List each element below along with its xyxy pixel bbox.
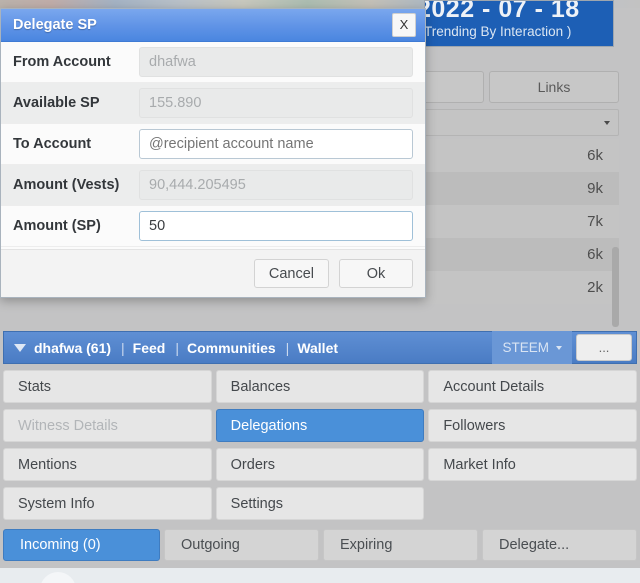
- menu-balances[interactable]: Balances: [215, 370, 425, 403]
- account-navbar: dhafwa (61) | Feed | Communities | Walle…: [3, 331, 637, 364]
- delegate-sp-dialog: Delegate SP X From Account Available SP …: [0, 8, 426, 298]
- navbar-separator: |: [285, 339, 290, 356]
- list-item[interactable]: 6k: [418, 139, 619, 172]
- chevron-down-icon: [556, 345, 562, 350]
- navbar-item-feed[interactable]: Feed: [133, 340, 166, 356]
- field-row-amount-sp: Amount (SP): [1, 206, 425, 247]
- amount-vests-input: [139, 170, 413, 200]
- field-label-amount-vests: Amount (Vests): [13, 177, 120, 193]
- list-item[interactable]: 6k: [418, 238, 619, 271]
- navbar-separator: |: [121, 339, 125, 356]
- tab-expiring[interactable]: Expiring: [323, 529, 478, 561]
- list-item[interactable]: 2k: [418, 271, 619, 304]
- navbar-item-communities[interactable]: Communities: [187, 340, 276, 356]
- banner-subtitle: 5 Trending By Interaction ): [424, 24, 572, 39]
- dialog-title: Delegate SP: [13, 17, 97, 33]
- menu-followers[interactable]: Followers: [428, 409, 637, 442]
- field-row-to-account: To Account: [1, 124, 425, 165]
- menu-witness-details: Witness Details: [3, 409, 212, 442]
- menu-settings[interactable]: Settings: [215, 487, 425, 520]
- list-item[interactable]: 9k: [418, 172, 619, 205]
- field-label-amount-sp: Amount (SP): [13, 218, 101, 234]
- tab-delegate[interactable]: Delegate...: [482, 529, 637, 561]
- menu-mentions[interactable]: Mentions: [3, 448, 212, 481]
- menu-system-info[interactable]: System Info: [3, 487, 212, 520]
- background-list: 6k 9k 7k 6k 2k: [418, 139, 619, 327]
- app-root: 2022 - 07 - 18 5 Trending By Interaction…: [0, 0, 640, 583]
- delegation-tabs: Incoming (0) Outgoing Expiring Delegate.…: [3, 529, 637, 561]
- field-row-from-account: From Account: [1, 42, 425, 83]
- ok-button[interactable]: Ok: [339, 259, 413, 288]
- menu-delegations[interactable]: Delegations: [215, 409, 425, 442]
- dialog-footer: Cancel Ok: [1, 249, 425, 297]
- background-date-banner: 2022 - 07 - 18 5 Trending By Interaction…: [424, 0, 614, 47]
- account-menu-grid: Stats Balances Account Details Witness D…: [3, 370, 637, 520]
- close-icon[interactable]: X: [392, 13, 416, 37]
- menu-empty: [428, 487, 637, 520]
- field-label-to-account: To Account: [13, 136, 92, 152]
- currency-label: STEEM: [502, 340, 549, 355]
- more-options-button[interactable]: ...: [576, 334, 632, 361]
- tab-incoming[interactable]: Incoming (0): [3, 529, 160, 561]
- field-label-available-sp: Available SP: [13, 95, 100, 111]
- chevron-down-icon: [604, 121, 610, 125]
- menu-stats[interactable]: Stats: [3, 370, 212, 403]
- field-row-amount-vests: Amount (Vests): [1, 165, 425, 206]
- field-row-available-sp: Available SP: [1, 83, 425, 124]
- currency-selector[interactable]: STEEM: [492, 331, 572, 364]
- to-account-input[interactable]: [139, 129, 413, 159]
- tab-outgoing[interactable]: Outgoing: [164, 529, 319, 561]
- amount-sp-input[interactable]: [139, 211, 413, 241]
- field-label-from-account: From Account: [13, 54, 111, 70]
- available-sp-input: [139, 88, 413, 118]
- background-dropdown[interactable]: [418, 109, 619, 136]
- menu-orders[interactable]: Orders: [215, 448, 425, 481]
- chevron-down-icon[interactable]: [14, 343, 26, 352]
- background-links-button[interactable]: Links: [489, 71, 619, 103]
- navbar-item-wallet[interactable]: Wallet: [297, 340, 338, 356]
- navbar-account-name[interactable]: dhafwa (61): [34, 340, 111, 356]
- banner-date: 2022 - 07 - 18: [424, 0, 580, 23]
- menu-market-info[interactable]: Market Info: [428, 448, 637, 481]
- cancel-button[interactable]: Cancel: [253, 259, 329, 288]
- dialog-title-bar: Delegate SP X: [1, 9, 425, 42]
- scrollbar-thumb[interactable]: [612, 247, 619, 327]
- menu-account-details[interactable]: Account Details: [428, 370, 637, 403]
- bottom-content-strip: [0, 568, 640, 583]
- navbar-right-group: STEEM ...: [492, 331, 636, 364]
- navbar-separator: |: [175, 339, 179, 356]
- list-item[interactable]: 7k: [418, 205, 619, 238]
- from-account-input: [139, 47, 413, 77]
